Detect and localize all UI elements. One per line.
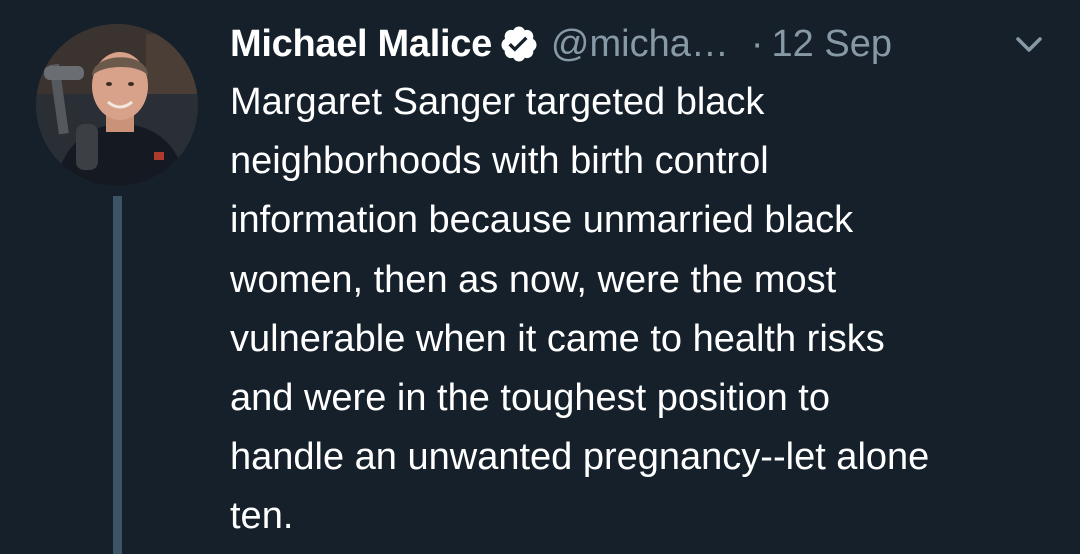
tweet-text-line: ten. (230, 495, 294, 538)
author-handle[interactable]: @micha… (551, 23, 729, 66)
tweet-text-line: vulnerable when it came to health risks (230, 317, 885, 360)
tweet-text-line: women, then as now, were the most (230, 258, 837, 301)
tweet-text: Margaret Sanger targeted black neighborh… (230, 73, 1060, 547)
timestamp[interactable]: 12 Sep (772, 23, 892, 66)
tweet-text-line: neighborhoods with birth control (230, 140, 769, 183)
tweet-text-line: handle an unwanted pregnancy--let alone (230, 436, 930, 479)
chevron-down-icon[interactable] (1010, 30, 1048, 60)
separator-dot: · (750, 22, 764, 65)
avatar[interactable] (36, 24, 198, 186)
tweet-header: Michael Malice @micha… · 12 Sep (230, 18, 892, 70)
tweet: Michael Malice @micha… · 12 Sep Margaret… (0, 0, 1080, 554)
verified-badge-icon (499, 24, 539, 64)
tweet-text-line: Margaret Sanger targeted black (230, 81, 765, 123)
profile-photo (36, 24, 198, 186)
display-name[interactable]: Michael Malice (230, 23, 492, 66)
thread-line (113, 196, 122, 554)
tweet-text-line: and were in the toughest position to (230, 377, 830, 420)
tweet-text-line: information because unmarried black (230, 199, 854, 242)
